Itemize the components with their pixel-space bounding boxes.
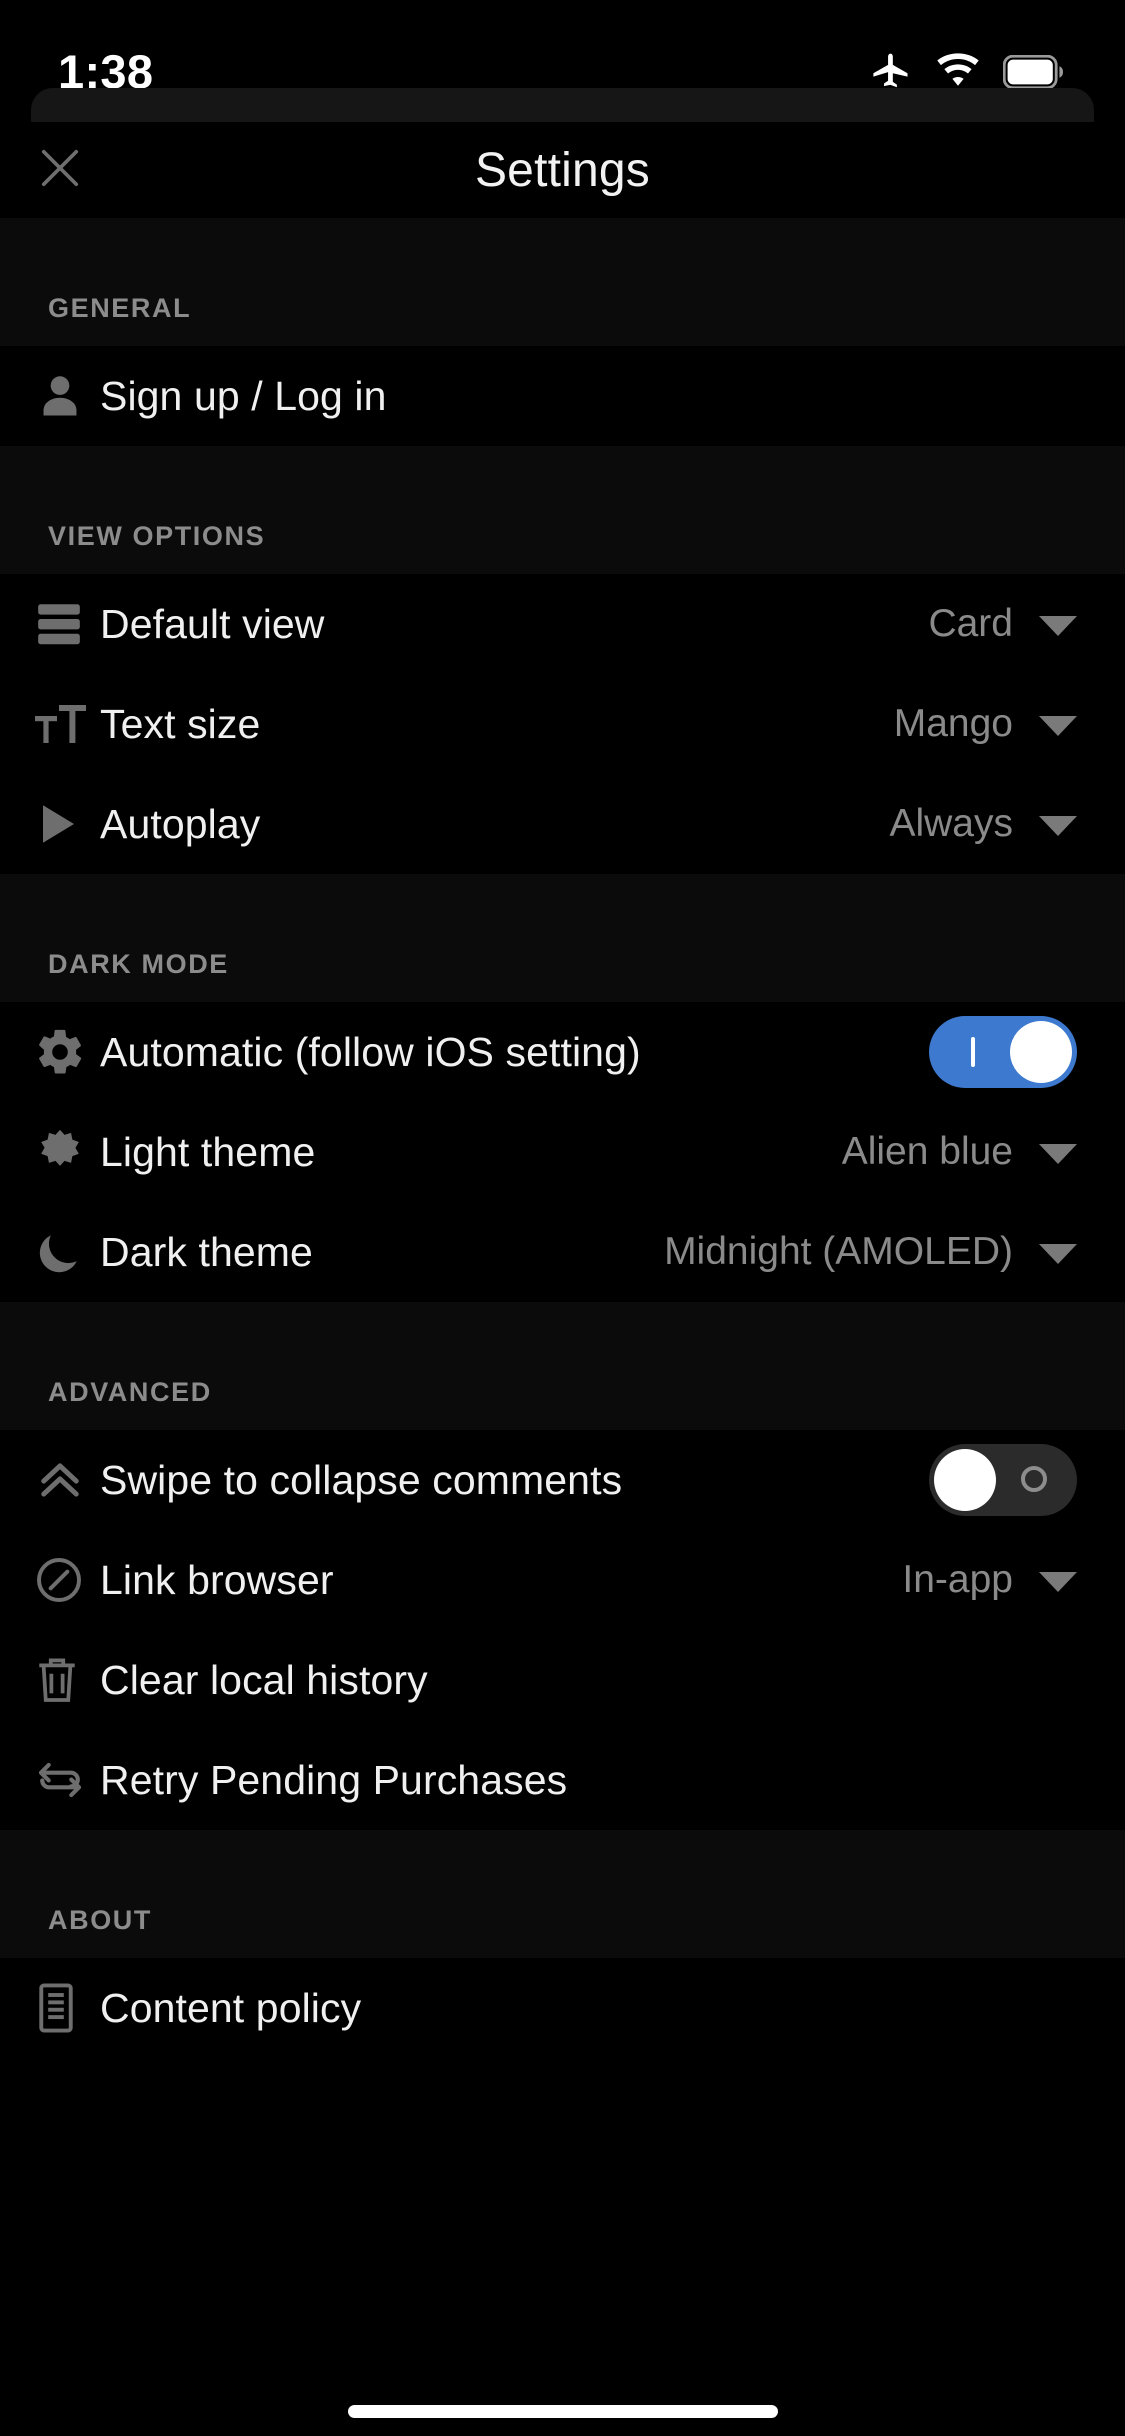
row-dark-theme[interactable]: Dark theme Midnight (AMOLED) xyxy=(0,1202,1125,1302)
navigation-bar: Settings xyxy=(0,122,1125,218)
row-retry-pending-purchases[interactable]: Retry Pending Purchases xyxy=(0,1730,1125,1830)
chevron-down-icon[interactable] xyxy=(1039,1572,1077,1592)
toggle-knob xyxy=(934,1449,996,1511)
row-clear-local-history[interactable]: Clear local history xyxy=(0,1630,1125,1730)
row-automatic-dark-mode[interactable]: Automatic (follow iOS setting) xyxy=(0,1002,1125,1102)
row-label: Automatic (follow iOS setting) xyxy=(100,1028,641,1075)
battery-icon xyxy=(1003,55,1065,89)
row-text-size[interactable]: Text size Mango xyxy=(0,674,1125,774)
toggle-automatic-dark-mode[interactable] xyxy=(929,1016,1077,1088)
gear-icon xyxy=(0,1002,100,1102)
row-value: Alien blue xyxy=(841,1130,1013,1173)
row-value: In-app xyxy=(902,1558,1013,1601)
close-button[interactable] xyxy=(20,130,100,210)
row-label: Autoplay xyxy=(100,800,261,847)
row-label: Clear local history xyxy=(100,1656,428,1703)
row-value: Card xyxy=(928,602,1013,645)
row-label: Content policy xyxy=(100,1984,362,2031)
status-icons xyxy=(869,38,1065,94)
row-label: Default view xyxy=(100,600,325,647)
section-title: ADVANCED xyxy=(48,1377,212,1407)
row-sign-up-log-in[interactable]: Sign up / Log in xyxy=(0,346,1125,446)
row-label: Link browser xyxy=(100,1556,334,1603)
section-header-advanced: ADVANCED xyxy=(0,1302,1125,1430)
sheet-grabber[interactable] xyxy=(31,88,1094,122)
home-indicator[interactable] xyxy=(347,2405,778,2418)
refresh-icon xyxy=(0,1730,100,1830)
play-icon xyxy=(0,774,100,874)
phone-screen: 1:38 Settings GENERAL Sign up / Log in V… xyxy=(0,0,1125,2436)
trash-icon xyxy=(0,1630,100,1730)
chevron-down-icon[interactable] xyxy=(1039,1144,1077,1164)
chevron-down-icon[interactable] xyxy=(1039,616,1077,636)
row-content-policy[interactable]: Content policy xyxy=(0,1958,1125,2058)
row-swipe-to-collapse-comments[interactable]: Swipe to collapse comments xyxy=(0,1430,1125,1530)
row-label: Text size xyxy=(100,700,261,747)
document-icon xyxy=(0,1958,100,2058)
person-icon xyxy=(0,346,100,446)
toggle-on-glyph xyxy=(971,1037,975,1067)
page-title: Settings xyxy=(474,143,651,197)
toggle-knob xyxy=(1010,1021,1072,1083)
row-light-theme[interactable]: Light theme Alien blue xyxy=(0,1102,1125,1202)
row-value: Mango xyxy=(893,702,1013,745)
section-title: VIEW OPTIONS xyxy=(48,521,266,551)
chevron-down-icon[interactable] xyxy=(1039,716,1077,736)
chevron-up-double-icon xyxy=(0,1430,100,1530)
section-title: DARK MODE xyxy=(48,949,229,979)
section-header-general: GENERAL xyxy=(0,218,1125,346)
row-value: Midnight (AMOLED) xyxy=(664,1230,1013,1273)
section-header-about: ABOUT xyxy=(0,1830,1125,1958)
row-label: Dark theme xyxy=(100,1228,313,1275)
moon-icon xyxy=(0,1202,100,1302)
sun-icon xyxy=(0,1102,100,1202)
text-size-icon xyxy=(0,674,100,774)
toggle-swipe-to-collapse-comments[interactable] xyxy=(929,1444,1077,1516)
row-autoplay[interactable]: Autoplay Always xyxy=(0,774,1125,874)
compass-icon xyxy=(0,1530,100,1630)
row-label: Light theme xyxy=(100,1128,316,1175)
row-default-view[interactable]: Default view Card xyxy=(0,574,1125,674)
chevron-down-icon[interactable] xyxy=(1039,1244,1077,1264)
row-label: Swipe to collapse comments xyxy=(100,1456,623,1503)
settings-list[interactable]: GENERAL Sign up / Log in VIEW OPTIONS De… xyxy=(0,218,1125,2436)
section-title: ABOUT xyxy=(48,1905,152,1935)
row-label: Retry Pending Purchases xyxy=(100,1756,568,1803)
row-link-browser[interactable]: Link browser In-app xyxy=(0,1530,1125,1630)
chevron-down-icon[interactable] xyxy=(1039,816,1077,836)
row-value: Always xyxy=(889,802,1013,845)
toggle-off-glyph xyxy=(1021,1466,1047,1492)
section-header-dark-mode: DARK MODE xyxy=(0,874,1125,1002)
close-icon xyxy=(34,142,86,199)
row-label: Sign up / Log in xyxy=(100,372,387,419)
list-card-icon xyxy=(0,574,100,674)
section-title: GENERAL xyxy=(48,293,192,323)
section-header-view-options: VIEW OPTIONS xyxy=(0,446,1125,574)
